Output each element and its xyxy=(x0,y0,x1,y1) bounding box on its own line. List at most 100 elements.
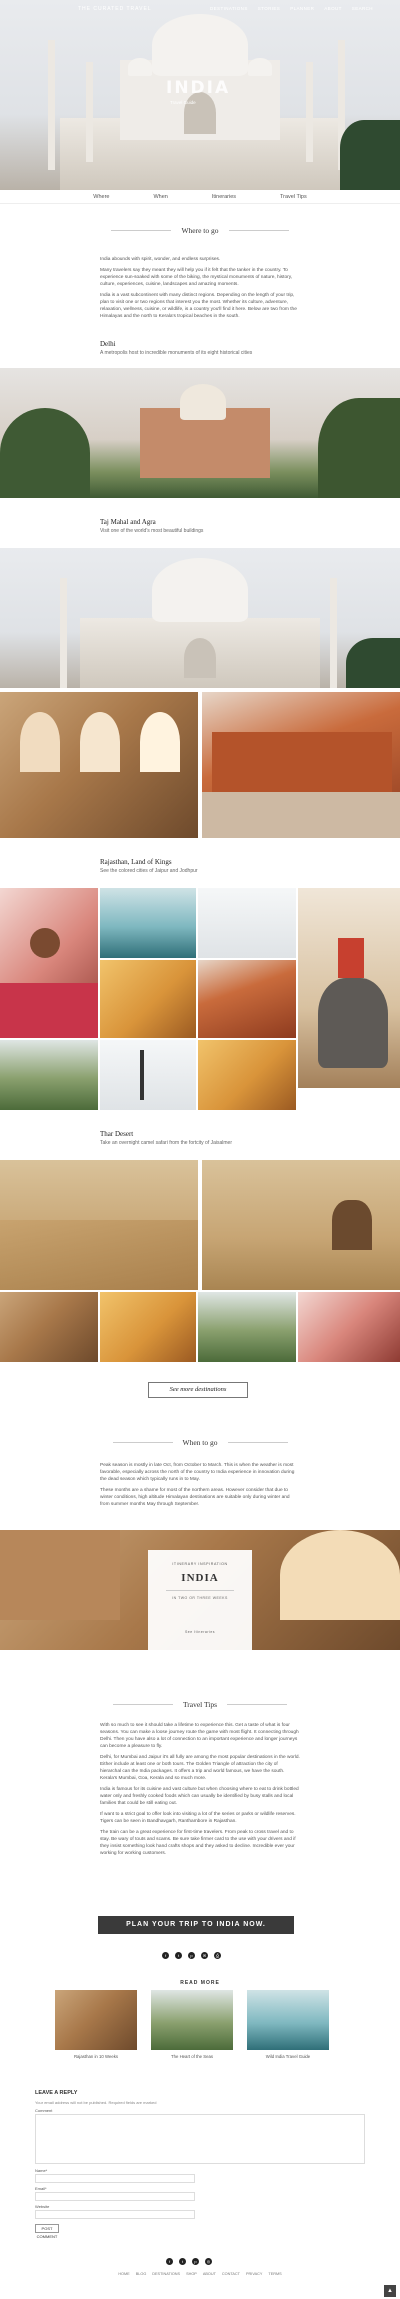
footer-link[interactable]: PRIVACY xyxy=(246,2272,262,2276)
paragraph: India is a vast subcontinent with many d… xyxy=(100,293,297,319)
paragraph: India is famous for its cuisine and vast… xyxy=(100,1787,299,1806)
nav-item[interactable]: DESTINATIONS xyxy=(210,6,248,11)
tree xyxy=(318,398,400,498)
tree xyxy=(346,638,400,688)
card-line: IN TWO OR THREE WEEKS xyxy=(172,1596,228,1600)
valley-image xyxy=(198,1292,296,1362)
arch xyxy=(140,712,180,772)
flower-image xyxy=(298,1292,400,1362)
itinerary-image: ITINERARY INSPIRATION INDIA IN TWO OR TH… xyxy=(0,1530,400,1650)
taj-arch xyxy=(184,92,216,134)
card-link[interactable]: See Itineraries xyxy=(148,1630,252,1634)
paragraph: With so much to see it should take a lif… xyxy=(100,1723,299,1749)
mail-icon[interactable]: ✉ xyxy=(201,1952,208,1959)
tab-where[interactable]: Where xyxy=(93,194,109,200)
tomb-dome xyxy=(180,384,226,420)
plan-trip-button[interactable]: PLAN YOUR TRIP TO INDIA NOW. xyxy=(98,1916,294,1934)
scroll-to-top-icon[interactable]: ▲ xyxy=(384,2285,396,2297)
twitter-icon[interactable]: t xyxy=(179,2258,186,2265)
comment-field[interactable] xyxy=(35,2114,365,2164)
minaret xyxy=(60,578,67,688)
card-divider xyxy=(166,1590,234,1591)
dunes-image xyxy=(0,1160,198,1290)
instagram-icon[interactable]: ◎ xyxy=(205,2258,212,2265)
post-comment-button[interactable]: POST COMMENT xyxy=(35,2224,59,2239)
fort-wall xyxy=(212,732,392,792)
footer-link[interactable]: SHOP xyxy=(186,2272,197,2276)
read-more-caption[interactable]: The Heart of the Seas xyxy=(152,2054,232,2059)
brand-logo[interactable]: THE CURATED TRAVEL xyxy=(78,6,152,12)
tree-trunk xyxy=(140,1050,144,1100)
divider xyxy=(112,1704,173,1705)
footer-link[interactable]: HOME xyxy=(118,2272,129,2276)
section-tabs: Where When Itineraries Travel Tips xyxy=(0,190,400,204)
nav-item[interactable]: SEARCH xyxy=(352,6,373,11)
read-more-card[interactable] xyxy=(151,1990,233,2050)
arch xyxy=(0,1530,120,1620)
pinterest-icon[interactable]: p xyxy=(188,1952,195,1959)
facebook-icon[interactable]: f xyxy=(166,2258,173,2265)
delhi-image xyxy=(0,368,400,498)
fort-interior-image xyxy=(100,1292,196,1362)
top-nav: THE CURATED TRAVEL DESTINATIONS STORIES … xyxy=(0,6,400,16)
nav-item[interactable]: PLANNER xyxy=(290,6,314,11)
share-icons: f t p ✉ ⎙ xyxy=(162,1952,221,1959)
when-text: Peak season is mostly in late Oct, from … xyxy=(100,1462,300,1512)
tab-travel-tips[interactable]: Travel Tips xyxy=(280,194,307,200)
taj-arch xyxy=(184,638,216,678)
reply-title: LEAVE A REPLY xyxy=(35,2090,78,2096)
cook-image xyxy=(0,1292,98,1362)
minaret xyxy=(306,62,313,162)
hero-image: THE CURATED TRAVEL DESTINATIONS STORIES … xyxy=(0,0,400,190)
where-heading-text: Where to go xyxy=(181,226,219,235)
paragraph: India abounds with spirit, wonder, and e… xyxy=(100,257,221,262)
footer-link[interactable]: BLOG xyxy=(136,2272,147,2276)
twitter-icon[interactable]: t xyxy=(175,1952,182,1959)
where-heading: Where to go xyxy=(0,226,400,235)
boy-image xyxy=(0,888,98,1038)
page: THE CURATED TRAVEL DESTINATIONS STORIES … xyxy=(0,0,400,2299)
when-heading: When to go xyxy=(0,1438,400,1447)
ground xyxy=(202,792,400,838)
footer-link[interactable]: DESTINATIONS xyxy=(152,2272,180,2276)
footer-link[interactable]: TERMS xyxy=(268,2272,281,2276)
tab-when[interactable]: When xyxy=(153,194,167,200)
arches-image xyxy=(0,692,198,838)
email-field[interactable] xyxy=(35,2192,195,2201)
sun-arch xyxy=(280,1530,400,1620)
paragraph: Peak season is mostly in late Oct, from … xyxy=(100,1463,295,1482)
pinterest-icon[interactable]: p xyxy=(192,2258,199,2265)
arch xyxy=(80,712,120,772)
print-icon[interactable]: ⎙ xyxy=(214,1952,221,1959)
cloth xyxy=(0,983,98,1038)
tab-itineraries[interactable]: Itineraries xyxy=(212,194,236,200)
when-heading-text: When to go xyxy=(182,1438,218,1447)
red-fort-image xyxy=(202,692,400,838)
dest-subtitle: See the colored cities of Jaipur and Jod… xyxy=(100,868,198,874)
divider xyxy=(111,230,172,231)
comment-label: Comment xyxy=(35,2108,53,2113)
name-field[interactable] xyxy=(35,2174,195,2183)
rider xyxy=(338,938,364,978)
nav-item[interactable]: STORIES xyxy=(258,6,280,11)
minaret xyxy=(48,40,55,170)
paragraph: These months are a shame for most of the… xyxy=(100,1488,290,1507)
read-more-caption[interactable]: Wild India Travel Guide xyxy=(248,2054,328,2059)
facebook-icon[interactable]: f xyxy=(162,1952,169,1959)
see-more-button[interactable]: See more destinations xyxy=(148,1382,248,1398)
paragraph: If want to a strict goal to offer look i… xyxy=(100,1812,296,1824)
taj-dome xyxy=(152,558,248,622)
footer-link[interactable]: ABOUT xyxy=(203,2272,216,2276)
dune xyxy=(0,1220,198,1290)
read-more-card[interactable] xyxy=(247,1990,329,2050)
hero-subtitle: Travel Guide xyxy=(170,100,196,105)
website-field[interactable] xyxy=(35,2210,195,2219)
read-more-caption[interactable]: Rajasthan in 10 Weeks xyxy=(56,2054,136,2059)
itinerary-card[interactable]: ITINERARY INSPIRATION INDIA IN TWO OR TH… xyxy=(148,1550,252,1650)
tree-image xyxy=(100,1040,196,1110)
footer-link[interactable]: CONTACT xyxy=(222,2272,240,2276)
paragraph: Delhi, for Mumbai and Jaipur it's all fu… xyxy=(100,1755,300,1781)
nav-item[interactable]: ABOUT xyxy=(324,6,342,11)
tree xyxy=(0,408,90,498)
read-more-card[interactable] xyxy=(55,1990,137,2050)
